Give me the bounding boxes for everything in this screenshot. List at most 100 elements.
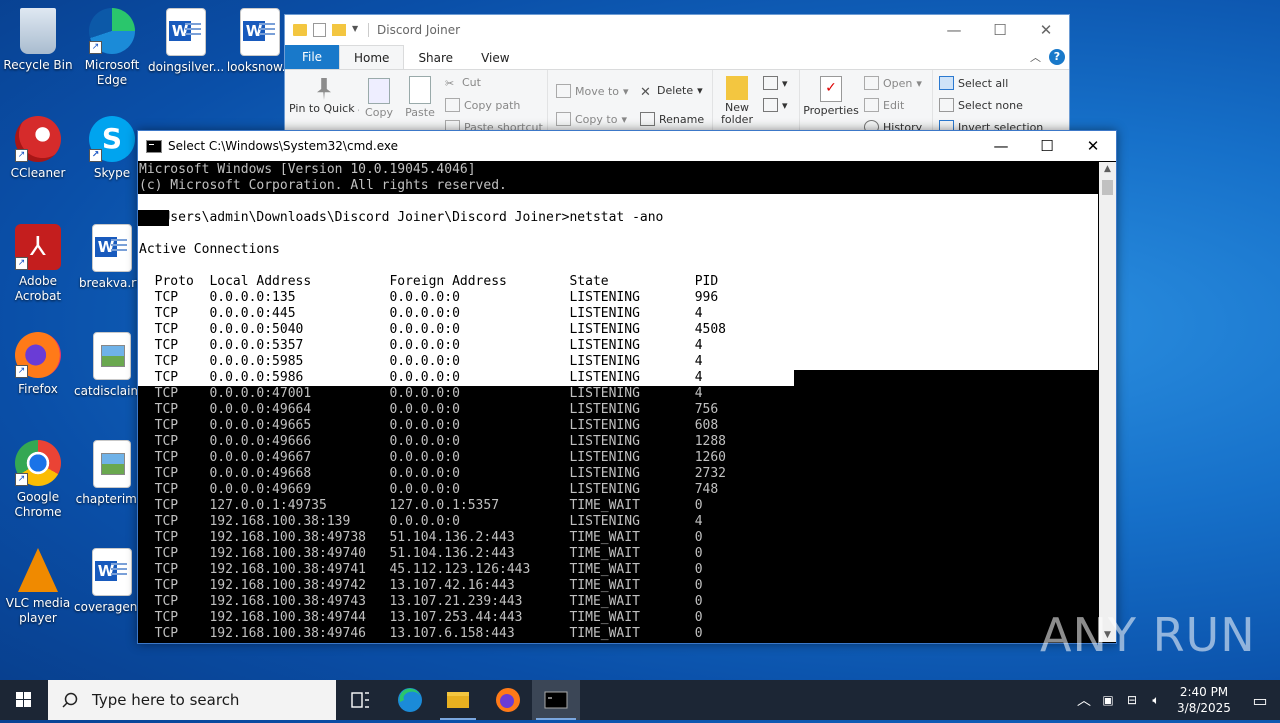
console-output[interactable]: Microsoft Windows [Version 10.0.19045.40… (138, 162, 1098, 642)
tab-view[interactable]: View (467, 46, 523, 69)
help-icon[interactable]: ? (1049, 49, 1065, 65)
desktop-icon-firefox[interactable]: ↗ Firefox (0, 332, 76, 397)
copy-path-icon (445, 98, 460, 112)
cut-button[interactable]: ✂ Cut (445, 76, 481, 90)
console-line: TCP 192.168.100.38:49743 13.107.21.239:4… (139, 594, 703, 609)
delete-button[interactable]: ✕ Delete ▾ (640, 84, 703, 100)
notification-icon[interactable]: ▭ (1240, 691, 1280, 710)
tab-share[interactable]: Share (404, 46, 467, 69)
paste-label: Paste (405, 106, 435, 119)
new-folder-icon[interactable] (332, 24, 346, 36)
open-icon (864, 76, 879, 90)
cmd-window[interactable]: Select C:\Windows\System32\cmd.exe — ☐ ✕… (137, 130, 1117, 644)
tab-home[interactable]: Home (339, 45, 405, 69)
move-to-button[interactable]: Move to ▾ (556, 84, 629, 98)
rename-button[interactable]: Rename (640, 112, 704, 126)
start-button[interactable] (0, 680, 48, 720)
desktop-icon-recycle-bin[interactable]: Recycle Bin (0, 8, 76, 73)
easy-access-button[interactable]: ▾ (763, 98, 788, 112)
desktop-icon-edge[interactable]: ↗ Microsoft Edge (74, 8, 150, 88)
select-all-icon (939, 76, 954, 90)
select-all-button[interactable]: Select all (939, 76, 1008, 90)
scroll-thumb[interactable] (1102, 180, 1113, 195)
new-folder-icon (726, 76, 748, 100)
move-to-label: Move to (575, 84, 620, 98)
minimize-button[interactable]: — (978, 131, 1024, 161)
edge-icon (398, 688, 422, 712)
new-item-button[interactable]: ▾ (763, 76, 788, 90)
copy-to-button[interactable]: Copy to ▾ (556, 112, 627, 126)
select-group: Select all Select none Invert selection (933, 70, 1063, 135)
minimize-button[interactable]: — (931, 15, 977, 45)
word-doc-icon: W (92, 548, 132, 596)
desktop-icon-label: VLC media player (5, 596, 71, 625)
collapse-ribbon-icon[interactable]: ︿ (1030, 49, 1041, 65)
console-line: TCP 192.168.100.38:139 0.0.0.0:0 LISTENI… (139, 514, 703, 529)
console-line: Microsoft Windows [Version 10.0.19045.40… (139, 162, 476, 177)
maximize-button[interactable]: ☐ (977, 15, 1023, 45)
console-scrollbar[interactable]: ▲ ▼ (1099, 162, 1116, 642)
rename-label: Rename (659, 112, 705, 126)
open-button[interactable]: Open ▾ (864, 76, 922, 90)
console-line: TCP 0.0.0.0:49664 0.0.0.0:0 LISTENING 75… (139, 402, 719, 417)
desktop-icon-label: Firefox (18, 382, 58, 396)
maximize-button[interactable]: ☐ (1024, 131, 1070, 161)
task-view-button[interactable] (336, 680, 384, 720)
taskbar-cmd[interactable] (532, 680, 580, 720)
chevron-down-icon[interactable]: ▼ (352, 24, 360, 36)
explorer-titlebar[interactable]: ▼ Discord Joiner — ☐ ✕ (285, 15, 1069, 45)
taskbar-file-explorer[interactable] (434, 680, 482, 720)
network-drive-icon[interactable]: ▣ (1096, 693, 1120, 707)
acrobat-icon: ⅄ ↗ (15, 224, 61, 270)
explorer-window[interactable]: ▼ Discord Joiner — ☐ ✕ File Home Share V… (284, 14, 1070, 136)
easy-access-icon (763, 98, 778, 112)
copy-button[interactable]: Copy (359, 70, 399, 119)
new-folder-button[interactable]: New folder (717, 70, 757, 126)
cmd-titlebar[interactable]: Select C:\Windows\System32\cmd.exe — ☐ ✕ (138, 131, 1116, 161)
recycle-bin-icon (20, 8, 56, 54)
chevron-up-icon[interactable]: ︿ (1072, 690, 1096, 710)
new-group: New folder ▾ ▾ (713, 70, 800, 135)
cmd-icon (544, 691, 568, 709)
console-line: TCP 192.168.100.38:49742 13.107.42.16:44… (139, 578, 703, 593)
taskbar-firefox[interactable] (484, 680, 532, 720)
pin-quick-access-button[interactable]: Pin to Quick access (289, 70, 359, 116)
folder-icon[interactable] (293, 24, 307, 36)
edit-button[interactable]: Edit (864, 98, 904, 112)
taskbar-search-box[interactable]: Type here to search (48, 680, 336, 720)
quick-access-toolbar: ▼ (293, 23, 360, 37)
vlc-icon (18, 548, 58, 592)
edit-label: Edit (883, 98, 905, 112)
image-file-icon (93, 332, 131, 380)
close-button[interactable]: ✕ (1023, 15, 1069, 45)
desktop-icon-ccleaner[interactable]: ↗ CCleaner (0, 116, 76, 181)
explorer-title: Discord Joiner (368, 23, 460, 37)
properties-button[interactable]: ✓ Properties (802, 70, 860, 117)
desktop-icon-label: CCleaner (10, 166, 66, 180)
clock[interactable]: 2:40 PM 3/8/2025 (1168, 684, 1240, 716)
desktop-icon-vlc[interactable]: VLC media player (0, 548, 76, 626)
cmd-title: Select C:\Windows\System32\cmd.exe (168, 139, 398, 153)
volume-icon[interactable]: 🔈︎ (1144, 693, 1168, 708)
console-line: TCP 0.0.0.0:49669 0.0.0.0:0 LISTENING 74… (139, 482, 719, 497)
scroll-up-arrow-icon[interactable]: ▲ (1099, 164, 1116, 174)
copy-path-label: Copy path (464, 98, 521, 112)
clipboard-group: Pin to Quick access Copy Paste ✂ Cut Copy… (285, 70, 548, 135)
desktop-icon-doingsilver[interactable]: W doingsilver... (148, 8, 224, 75)
move-to-icon (556, 84, 571, 98)
select-all-label: Select all (958, 76, 1009, 90)
desktop-icon-label: Skype (93, 166, 131, 180)
network-icon[interactable]: ⊟ (1120, 693, 1144, 707)
tab-file[interactable]: File (285, 45, 339, 69)
select-none-button[interactable]: Select none (939, 98, 1023, 112)
task-view-icon (351, 692, 369, 708)
taskbar-edge[interactable] (386, 680, 434, 720)
desktop-icon-chrome[interactable]: ↗ Google Chrome (0, 440, 76, 520)
close-button[interactable]: ✕ (1070, 131, 1116, 161)
properties-icon[interactable] (313, 23, 326, 37)
copy-path-button[interactable]: Copy path (445, 98, 520, 112)
desktop-icon-adobe-acrobat[interactable]: ⅄ ↗ Adobe Acrobat (0, 224, 76, 304)
ccleaner-icon: ↗ (15, 116, 61, 162)
firefox-icon: ↗ (15, 332, 61, 378)
paste-button[interactable]: Paste (399, 70, 441, 119)
